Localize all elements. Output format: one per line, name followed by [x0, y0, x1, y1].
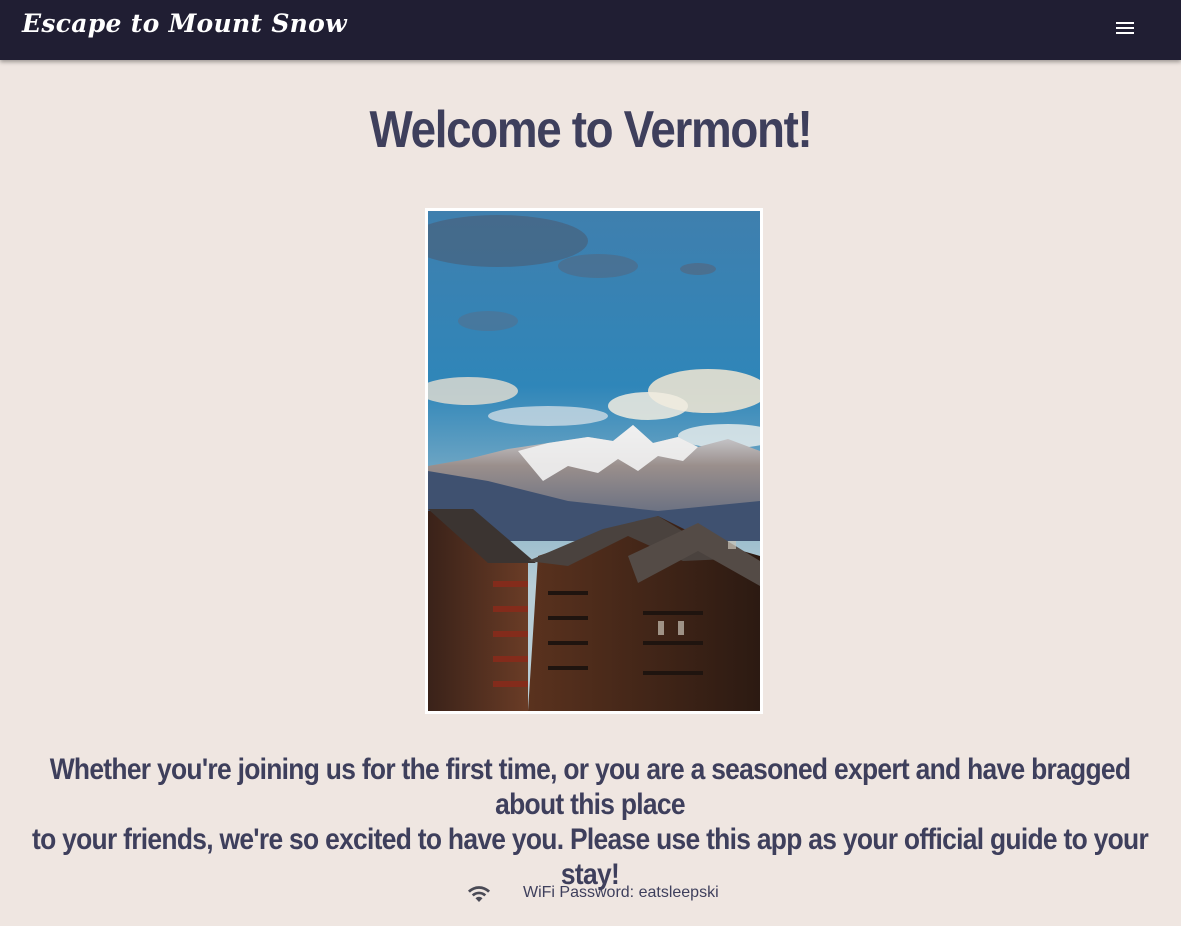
- intro-line-1: Whether you're joining us for the first …: [49, 753, 1131, 821]
- wifi-icon: [468, 886, 490, 902]
- hero-photo: [425, 208, 763, 714]
- wifi-password-text: WiFi Password: eatsleepski: [523, 884, 719, 901]
- intro-line-2: to your friends, we're so excited to hav…: [31, 823, 1149, 891]
- app-bar: Escape to Mount Snow: [0, 0, 1181, 60]
- page-title: Welcome to Vermont!: [369, 101, 813, 159]
- menu-button[interactable]: [1105, 11, 1145, 49]
- intro-text: Whether you're joining us for the first …: [0, 752, 1181, 892]
- app-title[interactable]: Escape to Mount Snow: [22, 9, 347, 38]
- mountain-chalet-photo: [428, 211, 760, 711]
